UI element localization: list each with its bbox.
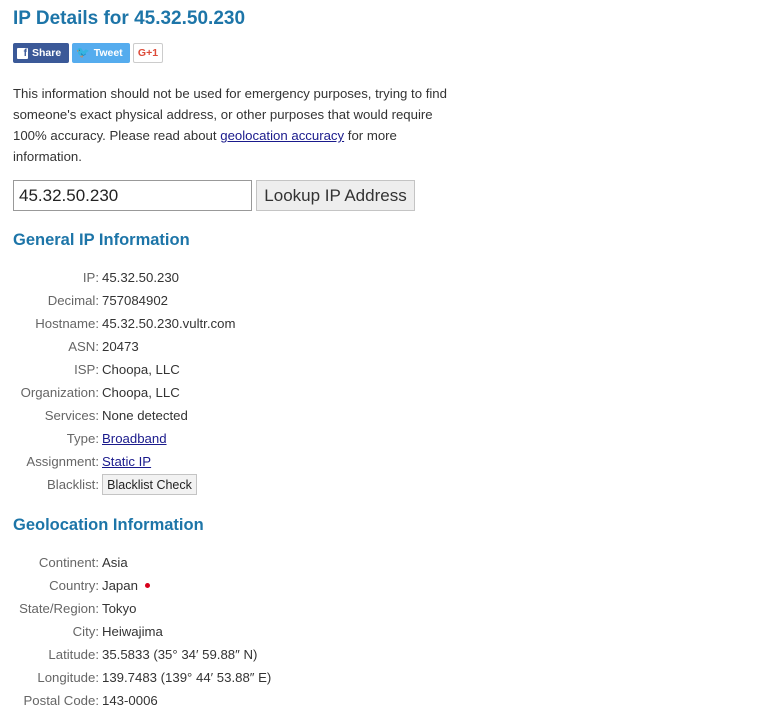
info-row-asn: ASN: 20473 — [0, 335, 460, 358]
google-plus-one-button[interactable]: G+1 — [133, 43, 163, 63]
static-ip-link[interactable]: Static IP — [102, 454, 151, 469]
facebook-share-button[interactable]: f Share — [13, 43, 69, 63]
decimal-value: 757084902 — [102, 293, 169, 308]
accuracy-disclaimer: This information should not be used for … — [13, 83, 453, 167]
longitude-value: 139.7483 (139° 44′ 53.88″ E) — [102, 670, 272, 685]
general-ip-information-heading: General IP Information — [13, 231, 190, 249]
asn-label: ASN: — [68, 339, 99, 354]
isp-value: Choopa, LLC — [102, 362, 180, 377]
japan-flag-icon — [144, 583, 150, 589]
info-row-latitude: Latitude: 35.5833 (35° 34′ 59.88″ N) — [0, 643, 460, 666]
type-label: Type: — [66, 431, 99, 446]
info-row-hostname: Hostname: 45.32.50.230.vultr.com — [0, 312, 460, 335]
city-label: City: — [72, 624, 99, 639]
info-row-longitude: Longitude: 139.7483 (139° 44′ 53.88″ E) — [0, 666, 460, 689]
info-row-continent: Continent: Asia — [0, 551, 460, 574]
geolocation-accuracy-link[interactable]: geolocation accuracy — [220, 128, 344, 143]
country-value: Japan — [102, 578, 138, 593]
info-row-postal-code: Postal Code: 143-0006 — [0, 689, 460, 712]
asn-value: 20473 — [102, 339, 139, 354]
ip-lookup-input[interactable] — [13, 180, 252, 211]
info-row-services: Services: None detected — [0, 404, 460, 427]
info-row-city: City: Heiwajima — [0, 620, 460, 643]
share-buttons: f Share 🐦 Tweet G+1 — [13, 43, 163, 63]
decimal-label: Decimal: — [47, 293, 99, 308]
info-row-type: Type: Broadband — [0, 427, 460, 450]
ip-value: 45.32.50.230 — [102, 270, 180, 285]
organization-value: Choopa, LLC — [102, 385, 180, 400]
services-label: Services: — [44, 408, 99, 423]
info-row-assignment: Assignment: Static IP — [0, 450, 460, 473]
blacklist-check-button[interactable]: Blacklist Check — [102, 474, 197, 495]
info-row-organization: Organization: Choopa, LLC — [0, 381, 460, 404]
info-row-decimal: Decimal: 757084902 — [0, 289, 460, 312]
geolocation-information-heading: Geolocation Information — [13, 516, 204, 534]
country-label: Country: — [49, 578, 99, 593]
state-region-value: Tokyo — [102, 601, 137, 616]
lookup-ip-address-button[interactable]: Lookup IP Address — [256, 180, 415, 211]
longitude-label: Longitude: — [37, 670, 99, 685]
latitude-label: Latitude: — [48, 647, 99, 662]
general-ip-table: IP: 45.32.50.230 Decimal: 757084902 Host… — [0, 266, 460, 496]
facebook-icon: f — [17, 47, 28, 59]
twitter-tweet-button[interactable]: 🐦 Tweet — [72, 43, 130, 63]
facebook-share-label: Share — [32, 47, 62, 59]
twitter-bird-icon: 🐦 — [76, 46, 90, 59]
organization-label: Organization: — [20, 385, 99, 400]
info-row-ip: IP: 45.32.50.230 — [0, 266, 460, 289]
page-title: IP Details for 45.32.50.230 — [13, 8, 246, 29]
hostname-label: Hostname: — [35, 316, 99, 331]
continent-value: Asia — [102, 555, 128, 570]
type-value: Broadband — [102, 427, 167, 450]
city-value: Heiwajima — [102, 624, 163, 639]
info-row-country: Country: Japan — [0, 574, 460, 597]
services-value: None detected — [102, 408, 188, 423]
info-row-blacklist: Blacklist: Blacklist Check — [0, 473, 460, 496]
ip-label: IP: — [82, 270, 99, 285]
isp-label: ISP: — [74, 362, 99, 377]
latitude-value: 35.5833 (35° 34′ 59.88″ N) — [102, 647, 258, 662]
postal-code-label: Postal Code: — [23, 693, 99, 708]
geolocation-table: Continent: Asia Country: Japan State/Reg… — [0, 551, 460, 712]
assignment-value: Static IP — [102, 450, 151, 473]
twitter-tweet-label: Tweet — [93, 47, 123, 59]
blacklist-label: Blacklist: — [46, 477, 99, 492]
state-region-label: State/Region: — [19, 601, 99, 616]
hostname-value: 45.32.50.230.vultr.com — [102, 316, 236, 331]
assignment-label: Assignment: — [26, 454, 99, 469]
country-value-cell: Japan — [102, 574, 150, 597]
info-row-isp: ISP: Choopa, LLC — [0, 358, 460, 381]
info-row-state-region: State/Region: Tokyo — [0, 597, 460, 620]
google-plus-one-label: G+1 — [137, 47, 159, 59]
postal-code-value: 143-0006 — [102, 693, 158, 708]
continent-label: Continent: — [38, 555, 99, 570]
broadband-link[interactable]: Broadband — [102, 431, 167, 446]
